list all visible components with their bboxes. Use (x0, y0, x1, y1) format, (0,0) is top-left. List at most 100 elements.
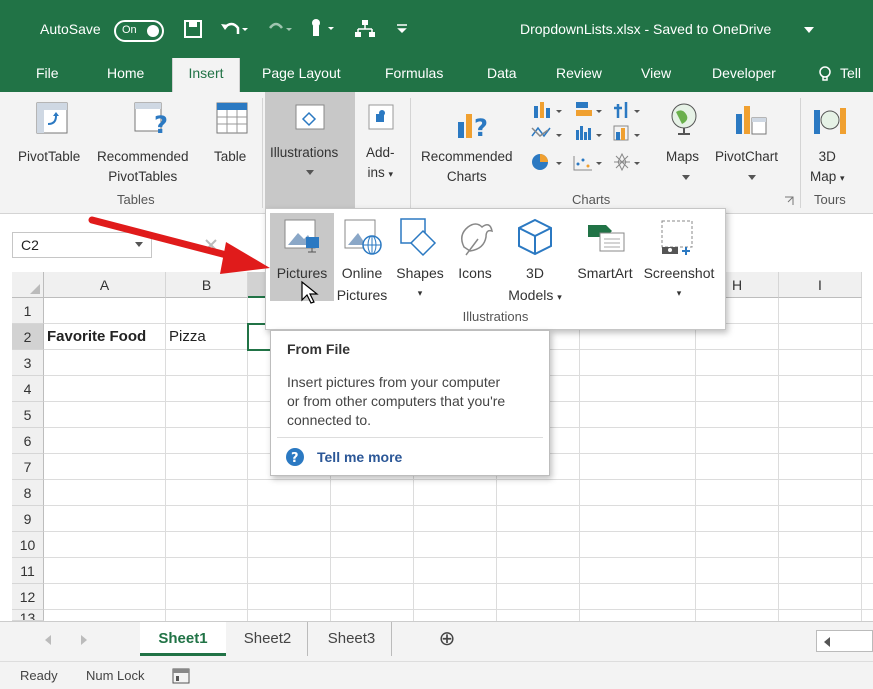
tooltip-body-line1: Insert pictures from your computer (287, 374, 501, 390)
red-arrow-annotation (88, 216, 270, 274)
row-header[interactable]: 9 (12, 506, 44, 532)
row-header[interactable]: 12 (12, 584, 44, 610)
shapes-button[interactable]: Shapes ▾ (395, 263, 445, 303)
add-sheet-button[interactable]: ⊕ (432, 622, 462, 656)
horizontal-scrollbar[interactable] (816, 630, 873, 652)
table-button[interactable]: Table (214, 148, 246, 165)
name-box-value: C2 (21, 237, 39, 253)
3d-map-button[interactable]: 3D Map ▾ (810, 148, 845, 187)
chevron-down-icon[interactable] (804, 27, 814, 33)
autosave-toggle[interactable]: On (114, 20, 164, 42)
chevron-down-icon (748, 175, 756, 180)
tab-review[interactable]: Review (556, 58, 602, 92)
row-header[interactable]: 6 (12, 428, 44, 454)
addins-button[interactable]: Add- ins ▾ (366, 144, 395, 183)
row-header[interactable]: 11 (12, 558, 44, 584)
tab-page-layout[interactable]: Page Layout (262, 58, 341, 92)
addins-line1: Add- (366, 145, 395, 160)
tab-developer[interactable]: Developer (712, 58, 776, 92)
cell-b2[interactable]: Pizza (166, 324, 206, 350)
tab-view[interactable]: View (641, 58, 671, 92)
illustrations-group-label: Illustrations (462, 309, 529, 324)
svg-text:?: ? (154, 111, 168, 134)
lightbulb-icon[interactable] (818, 66, 832, 84)
tab-formulas[interactable]: Formulas (385, 58, 443, 92)
row-header[interactable]: 10 (12, 532, 44, 558)
tours-group-label: Tours (814, 192, 846, 207)
column-header[interactable]: I (779, 272, 862, 298)
online-pictures-button[interactable]: Online Pictures (336, 263, 388, 305)
chevron-down-icon (306, 170, 314, 175)
tab-data[interactable]: Data (487, 58, 517, 92)
icons-icon (461, 223, 493, 256)
tell-me-more-link[interactable]: Tell me more (317, 449, 402, 465)
status-bar: Ready Num Lock (0, 661, 873, 689)
sheet-tab-sheet2[interactable]: Sheet2 (228, 622, 308, 656)
smartart-button[interactable]: SmartArt (572, 263, 638, 283)
cell-a2[interactable]: Favorite Food (44, 324, 146, 350)
macro-record-icon[interactable] (172, 668, 190, 684)
icons-button[interactable]: Icons (454, 263, 496, 283)
tell-me-search[interactable]: Tell m (840, 58, 873, 111)
3d-map-icon (814, 108, 846, 134)
illustrations-icon (295, 104, 325, 130)
recommended-pivottables-button[interactable]: Recommended PivotTables (97, 148, 189, 185)
online-pictures-icon (344, 219, 382, 255)
row-header[interactable]: 8 (12, 480, 44, 506)
shapes-icon (400, 218, 437, 257)
save-icon[interactable] (184, 20, 202, 38)
pivottable-button[interactable]: PivotTable (18, 148, 80, 165)
screenshot-button[interactable]: Screenshot ▾ (640, 263, 718, 303)
recommended-charts-button[interactable]: Recommended Charts (421, 148, 513, 185)
pivotchart-button[interactable]: PivotChart (715, 148, 778, 165)
recommended-charts-line2: Charts (446, 169, 487, 184)
tooltip-body-line2: or from other computers that you're (287, 393, 506, 409)
dialog-launcher-icon[interactable] (784, 196, 794, 206)
row-header[interactable]: 3 (12, 350, 44, 376)
scroll-left-icon[interactable] (44, 635, 52, 645)
touch-mode-icon[interactable] (306, 18, 336, 38)
online-pictures-line2: Pictures (336, 287, 388, 303)
tooltip-body-line3: connected to. (287, 412, 372, 428)
tab-home[interactable]: Home (107, 58, 144, 92)
tooltip-from-file: From File Insert pictures from your comp… (270, 330, 550, 476)
3d-models-line2: Models (508, 287, 554, 303)
row-header[interactable]: 2 (12, 324, 44, 350)
table-icon (216, 102, 248, 134)
row-header[interactable]: 13 (12, 610, 44, 621)
screenshot-label: Screenshot (643, 265, 715, 281)
maps-icon (671, 103, 697, 135)
scroll-right-icon[interactable] (80, 635, 88, 645)
chart-types-gallery[interactable] (530, 100, 660, 186)
illustrations-button[interactable]: Illustrations (265, 92, 355, 208)
sheet-tab-sheet3[interactable]: Sheet3 (312, 622, 392, 656)
undo-icon[interactable] (220, 20, 248, 38)
row-header[interactable]: 5 (12, 402, 44, 428)
customize-qat-icon[interactable] (396, 24, 408, 34)
tab-file[interactable]: File (36, 58, 59, 92)
svg-text:?: ? (474, 114, 488, 140)
mouse-cursor-icon (301, 280, 319, 304)
tooltip-body: Insert pictures from your computer or fr… (287, 373, 505, 430)
document-title: DropdownLists.xlsx - Saved to OneDrive (520, 21, 772, 37)
ribbon-tabs: File Home Insert Page Layout Formulas Da… (0, 58, 873, 111)
addins-icon (368, 104, 394, 130)
row-header[interactable]: 4 (12, 376, 44, 402)
autosave-label: AutoSave (40, 21, 101, 37)
3d-models-icon (518, 218, 552, 256)
row-header[interactable]: 7 (12, 454, 44, 480)
maps-button[interactable]: Maps (666, 148, 699, 165)
sheet-tab-sheet1[interactable]: Sheet1 (140, 622, 226, 656)
svg-text:?: ? (291, 451, 299, 466)
row-header[interactable]: 1 (12, 298, 44, 324)
status-numlock: Num Lock (86, 668, 145, 683)
sort-icon[interactable] (354, 19, 376, 39)
3d-models-line1: 3D (526, 265, 544, 281)
help-icon[interactable]: ? (285, 447, 305, 467)
screenshot-icon (661, 220, 693, 255)
tab-insert[interactable]: Insert (172, 58, 240, 92)
select-all-corner[interactable] (12, 272, 44, 298)
3d-models-button[interactable]: 3D Models ▾ (502, 263, 568, 307)
scroll-left-icon[interactable] (823, 637, 831, 647)
pivotchart-icon (736, 106, 767, 135)
